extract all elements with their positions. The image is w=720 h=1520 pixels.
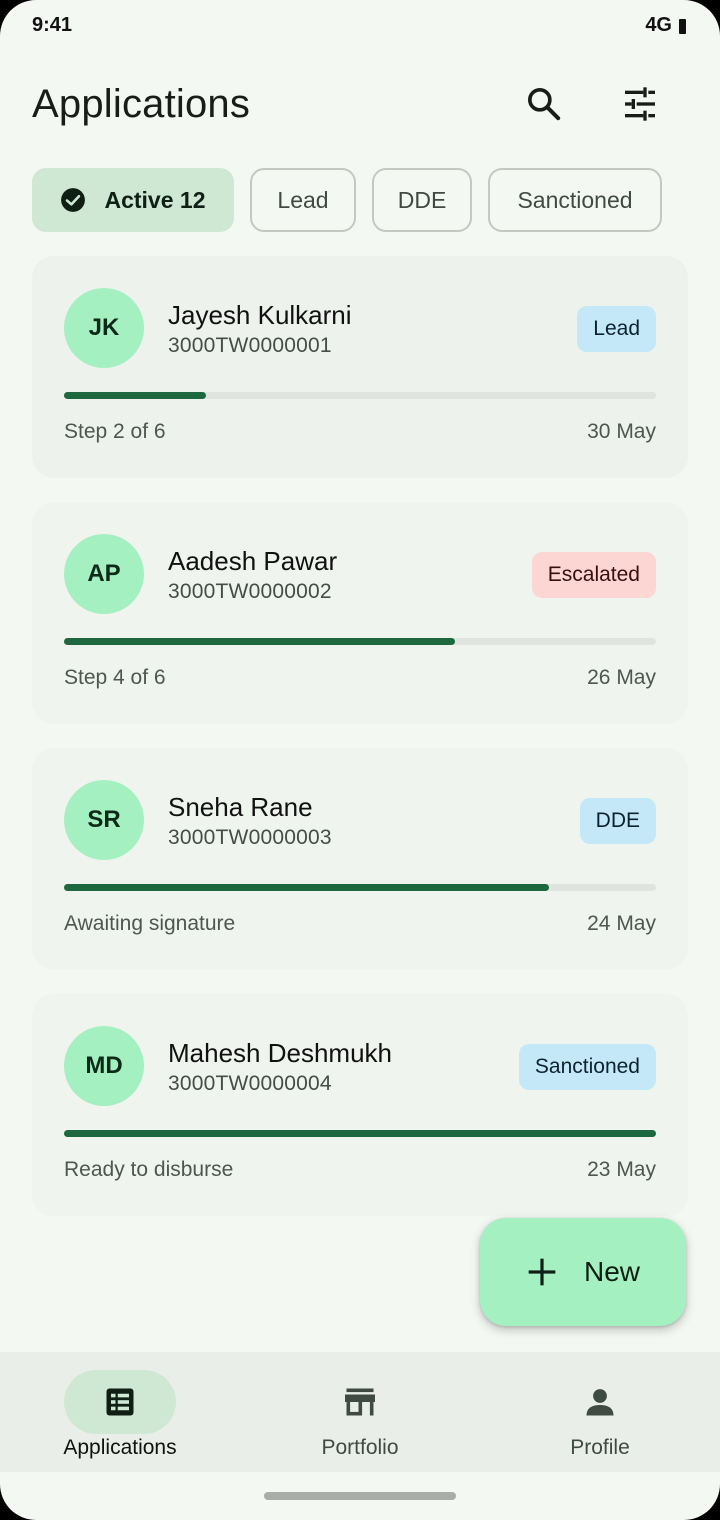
chip-label: Active 12 <box>104 186 206 213</box>
application-card[interactable]: AP Aadesh Pawar 3000TW0000002 Escalated … <box>32 502 688 724</box>
application-id: 3000TW0000002 <box>168 580 332 603</box>
chip-sanctioned[interactable]: Sanctioned <box>488 168 662 232</box>
application-card[interactable]: MD Mahesh Deshmukh 3000TW0000004 Sanctio… <box>32 994 688 1216</box>
progress-fill <box>64 884 550 891</box>
chip-dde[interactable]: DDE <box>372 168 472 232</box>
step-text: Step 4 of 6 <box>64 666 166 689</box>
chip-lead[interactable]: Lead <box>250 168 356 232</box>
avatar: MD <box>64 1026 144 1106</box>
nav-item-applications[interactable]: Applications <box>0 1352 240 1472</box>
search-button[interactable] <box>516 76 572 132</box>
chip-label: Lead <box>277 186 329 213</box>
applicant-name: Jayesh Kulkarni <box>168 300 352 330</box>
date-text: 26 May <box>587 666 656 689</box>
fab-label: New <box>583 1256 640 1287</box>
home-indicator[interactable] <box>264 1492 456 1500</box>
status-badge: Sanctioned <box>518 1044 656 1090</box>
progress-fill <box>64 638 455 645</box>
avatar: JK <box>64 288 144 368</box>
nav-label: Applications <box>63 1436 177 1459</box>
chip-label: DDE <box>397 186 447 213</box>
new-application-button[interactable]: New <box>480 1218 686 1326</box>
search-icon <box>528 88 561 121</box>
progress-fill <box>64 1130 656 1137</box>
chip-active[interactable]: Active 12 <box>32 168 234 232</box>
nav-label: Profile <box>570 1436 630 1459</box>
status-bar: 9:41 4G <box>0 0 720 52</box>
status-badge: DDE <box>579 798 656 844</box>
status-time: 9:41 <box>32 14 73 36</box>
status-badge: Escalated <box>531 552 656 598</box>
application-id: 3000TW0000001 <box>168 334 332 357</box>
battery-icon <box>679 19 686 34</box>
bottom-navigation: Applications Portfolio Profile <box>0 1352 720 1472</box>
progress-fill <box>64 392 207 399</box>
step-text: Awaiting signature <box>64 912 236 935</box>
application-card[interactable]: SR Sneha Rane 3000TW0000003 DDE Awaiting… <box>32 748 688 970</box>
date-text: 23 May <box>587 1158 656 1181</box>
nav-item-profile[interactable]: Profile <box>480 1352 720 1472</box>
progress-bar <box>64 1130 656 1137</box>
applicant-name: Mahesh Deshmukh <box>168 1038 392 1068</box>
progress-bar <box>64 638 656 645</box>
application-id: 3000TW0000003 <box>168 826 332 849</box>
application-card[interactable]: JK Jayesh Kulkarni 3000TW0000001 Lead St… <box>32 256 688 478</box>
nav-item-portfolio[interactable]: Portfolio <box>240 1352 480 1472</box>
status-badge: Lead <box>577 306 656 352</box>
avatar: AP <box>64 534 144 614</box>
chip-label: Sanctioned <box>517 186 633 213</box>
applicant-name: Sneha Rane <box>168 792 313 822</box>
step-text: Ready to disburse <box>64 1158 234 1181</box>
nav-label: Portfolio <box>321 1436 399 1459</box>
progress-bar <box>64 884 656 891</box>
date-text: 30 May <box>587 420 656 443</box>
plus-icon <box>528 1258 556 1286</box>
applicant-name: Aadesh Pawar <box>168 546 338 576</box>
step-text: Step 2 of 6 <box>64 420 166 443</box>
avatar: SR <box>64 780 144 860</box>
network-indicator: 4G <box>645 14 672 36</box>
person-icon <box>586 1389 614 1416</box>
application-id: 3000TW0000004 <box>168 1072 332 1095</box>
filter-button[interactable] <box>612 76 668 132</box>
storefront-icon <box>345 1388 375 1416</box>
tune-icon <box>625 87 655 121</box>
grid-list-icon <box>106 1388 134 1416</box>
date-text: 24 May <box>587 912 656 935</box>
page-title: Applications <box>32 82 251 126</box>
app-screen: 9:41 4G Applications Active 12 Lead DDE … <box>0 0 720 1520</box>
progress-bar <box>64 392 656 399</box>
check-circle-icon <box>61 188 86 212</box>
